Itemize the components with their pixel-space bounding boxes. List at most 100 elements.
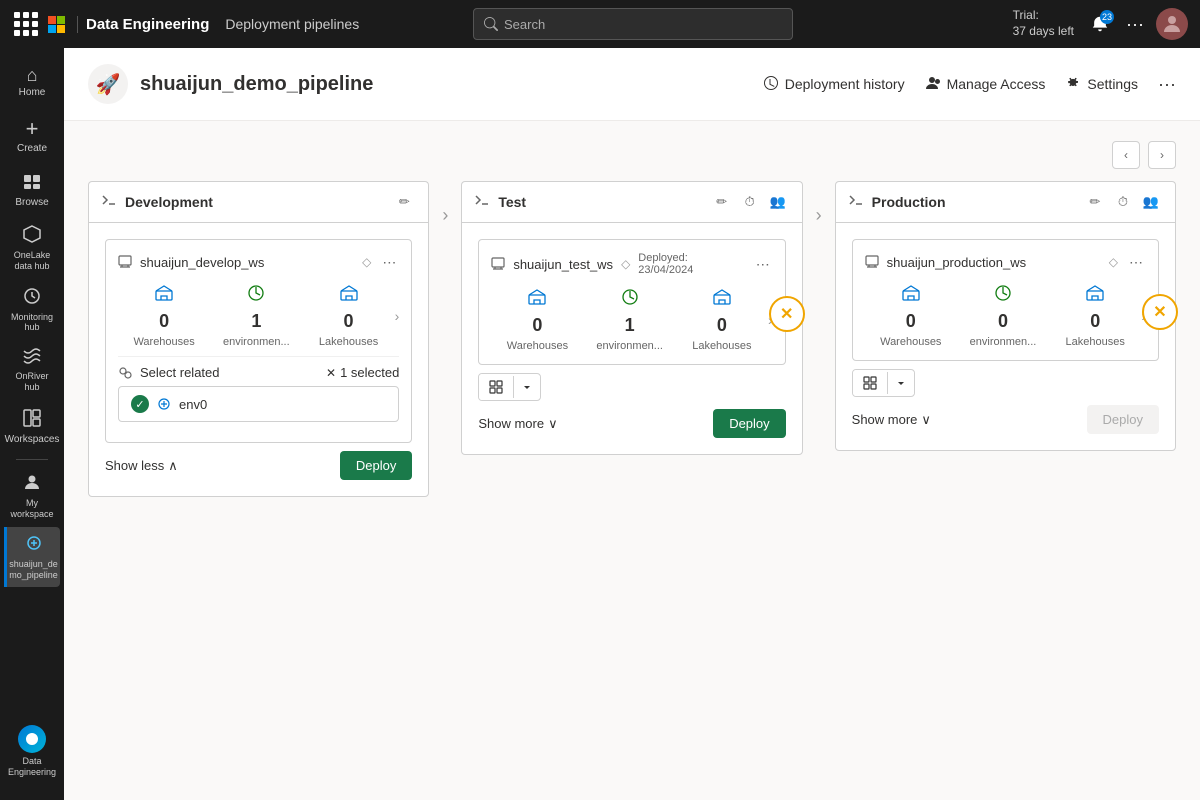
- production-history-button[interactable]: ⏱: [1111, 190, 1135, 214]
- show-more-label-prod: Show more: [852, 412, 918, 427]
- test-assign-button[interactable]: 👥: [766, 190, 790, 214]
- brand-label: Data Engineering: [77, 16, 209, 33]
- data-engineering-icon: [18, 725, 46, 753]
- settings-icon: [1065, 75, 1081, 94]
- warehouses-value-dev: 0: [159, 311, 169, 332]
- sidebar-item-workspaces[interactable]: Workspaces: [4, 401, 60, 453]
- environments-value-test: 1: [625, 315, 635, 336]
- production-stage-title: Production: [872, 194, 1083, 210]
- select-related-label[interactable]: Select related: [140, 365, 318, 380]
- test-edit-button[interactable]: ✏: [710, 190, 734, 214]
- test-diamond-icon: ◇: [621, 257, 630, 271]
- test-history-button[interactable]: ⏱: [738, 190, 762, 214]
- show-less-button[interactable]: Show less ∧: [105, 452, 178, 480]
- sidebar-item-onelake[interactable]: OneLakedata hub: [4, 218, 60, 278]
- apps-grid-icon[interactable]: [12, 10, 40, 38]
- nav-next-button[interactable]: ›: [1148, 141, 1176, 169]
- lakehouses-label-test: Lakehouses: [692, 340, 751, 352]
- deploy-button-dev[interactable]: Deploy: [340, 451, 412, 480]
- close-selection-icon[interactable]: ✕: [326, 366, 336, 380]
- trial-badge: Trial: 37 days left: [1013, 8, 1074, 39]
- related-item-env0[interactable]: ✓ env0: [118, 386, 399, 422]
- stage-test: Test ✏ ⏱ 👥 s: [461, 181, 802, 455]
- environments-label-test: environmen...: [596, 340, 663, 352]
- lakehouses-value-prod: 0: [1090, 311, 1100, 332]
- select-related-bar: Select related ✕ 1 selected: [118, 356, 399, 386]
- sidebar-item-workspaces-label: Workspaces: [5, 434, 60, 446]
- warehouses-label-prod: Warehouses: [880, 336, 941, 348]
- sidebar-item-onelake-label: OneLakedata hub: [14, 250, 51, 272]
- warehouses-value-test: 0: [532, 315, 542, 336]
- production-edit-button[interactable]: ✏: [1083, 190, 1107, 214]
- production-workspace-card: shuaijun_production_ws ◇ ⋯ 0: [852, 239, 1159, 361]
- production-stage-actions: ✏ ⏱ 👥: [1083, 190, 1163, 214]
- selected-count-badge[interactable]: ✕ 1 selected: [326, 365, 399, 380]
- stat-lakehouses-test: 0 Lakehouses: [676, 288, 768, 352]
- environments-value-dev: 1: [251, 311, 261, 332]
- test-stage-title: Test: [498, 194, 709, 210]
- sidebar-item-myworkspace-label: Myworkspace: [10, 498, 53, 520]
- sidebar-item-oneriver[interactable]: OnRiverhub: [4, 341, 60, 399]
- production-stage-content: shuaijun_production_ws ◇ ⋯ 0: [835, 222, 1176, 451]
- sidebar-item-home[interactable]: ⌂ Home: [4, 56, 60, 108]
- development-stage-actions: ✏: [392, 190, 416, 214]
- arrow-test-prod: ›: [803, 181, 835, 226]
- manage-access-button[interactable]: Manage Access: [925, 75, 1046, 94]
- workspaces-icon: [22, 408, 42, 431]
- production-stage-icon: [848, 192, 864, 213]
- create-icon: +: [26, 118, 39, 140]
- myworkspace-icon: [22, 472, 42, 495]
- lakehouses-value-test: 0: [717, 315, 727, 336]
- stage-production: Production ✏ ⏱ 👥: [835, 181, 1176, 451]
- development-diamond-icon: ◇: [362, 255, 371, 269]
- environments-value-prod: 0: [998, 311, 1008, 332]
- pipeline-icon: 🚀: [88, 64, 128, 104]
- settings-button[interactable]: Settings: [1065, 75, 1138, 94]
- test-deploy-dropdown-button[interactable]: [513, 376, 540, 398]
- deployment-history-button[interactable]: Deployment history: [763, 75, 905, 94]
- stat-warehouses-dev: 0 Warehouses: [118, 284, 210, 348]
- stat-environments-dev: 1 environmen...: [210, 284, 302, 348]
- page-actions: Deployment history Manage Access Setting…: [763, 74, 1176, 95]
- stat-warehouses-prod: 0 Warehouses: [865, 284, 957, 348]
- development-workspace-menu[interactable]: ⋯: [379, 252, 399, 272]
- sidebar-item-pipeline[interactable]: shuaijun_demo_pipeline: [4, 527, 60, 587]
- development-stage-header: Development ✏: [88, 181, 429, 222]
- stat-environments-prod: 0 environmen...: [957, 284, 1049, 348]
- sidebar-item-myworkspace[interactable]: Myworkspace: [4, 466, 60, 526]
- lakehouses-icon-test: [713, 288, 731, 311]
- warehouse-icon-prod: [902, 284, 920, 307]
- development-bottom-actions: Show less ∧ Deploy: [105, 451, 412, 480]
- avatar[interactable]: [1156, 8, 1188, 40]
- warehouses-label-test: Warehouses: [507, 340, 568, 352]
- production-assign-button[interactable]: 👥: [1139, 190, 1163, 214]
- more-page-actions-button[interactable]: ···: [1158, 74, 1176, 95]
- search-input[interactable]: [504, 17, 782, 32]
- development-workspace-stats: 0 Warehouses 1 environmen...: [118, 284, 399, 348]
- test-stage-actions: ✏ ⏱ 👥: [710, 190, 790, 214]
- sidebar-item-create[interactable]: + Create: [4, 110, 60, 162]
- sidebar-item-data-engineering[interactable]: Data Engineering: [4, 719, 60, 784]
- notifications-button[interactable]: 23: [1086, 10, 1114, 38]
- test-deploy-compare-button[interactable]: [479, 374, 513, 400]
- manage-access-label: Manage Access: [947, 76, 1046, 92]
- sidebar-item-monitoring[interactable]: Monitoringhub: [4, 280, 60, 340]
- more-options-button[interactable]: ···: [1126, 14, 1144, 35]
- search-bar[interactable]: [473, 8, 793, 40]
- production-deploy-dropdown-button[interactable]: [887, 372, 914, 394]
- development-edit-button[interactable]: ✏: [392, 190, 416, 214]
- deploy-button-prod[interactable]: Deploy: [1087, 405, 1159, 434]
- workspace-icon-prod: [865, 254, 879, 271]
- production-workspace-menu[interactable]: ⋯: [1126, 252, 1146, 272]
- nav-prev-button[interactable]: ‹: [1112, 141, 1140, 169]
- test-workspace-menu[interactable]: ⋯: [753, 254, 773, 274]
- page-title: shuaijun_demo_pipeline: [140, 73, 373, 96]
- show-more-button-prod[interactable]: Show more ∨: [852, 406, 931, 434]
- environments-label-prod: environmen...: [970, 336, 1037, 348]
- topbar: Data Engineering Deployment pipelines Tr…: [0, 0, 1200, 48]
- sidebar-item-browse[interactable]: Browse: [4, 164, 60, 216]
- production-deploy-compare-button[interactable]: [853, 370, 887, 396]
- environment-item-icon: [157, 397, 171, 411]
- show-more-button-test[interactable]: Show more ∨: [478, 410, 557, 438]
- deploy-button-test[interactable]: Deploy: [713, 409, 785, 438]
